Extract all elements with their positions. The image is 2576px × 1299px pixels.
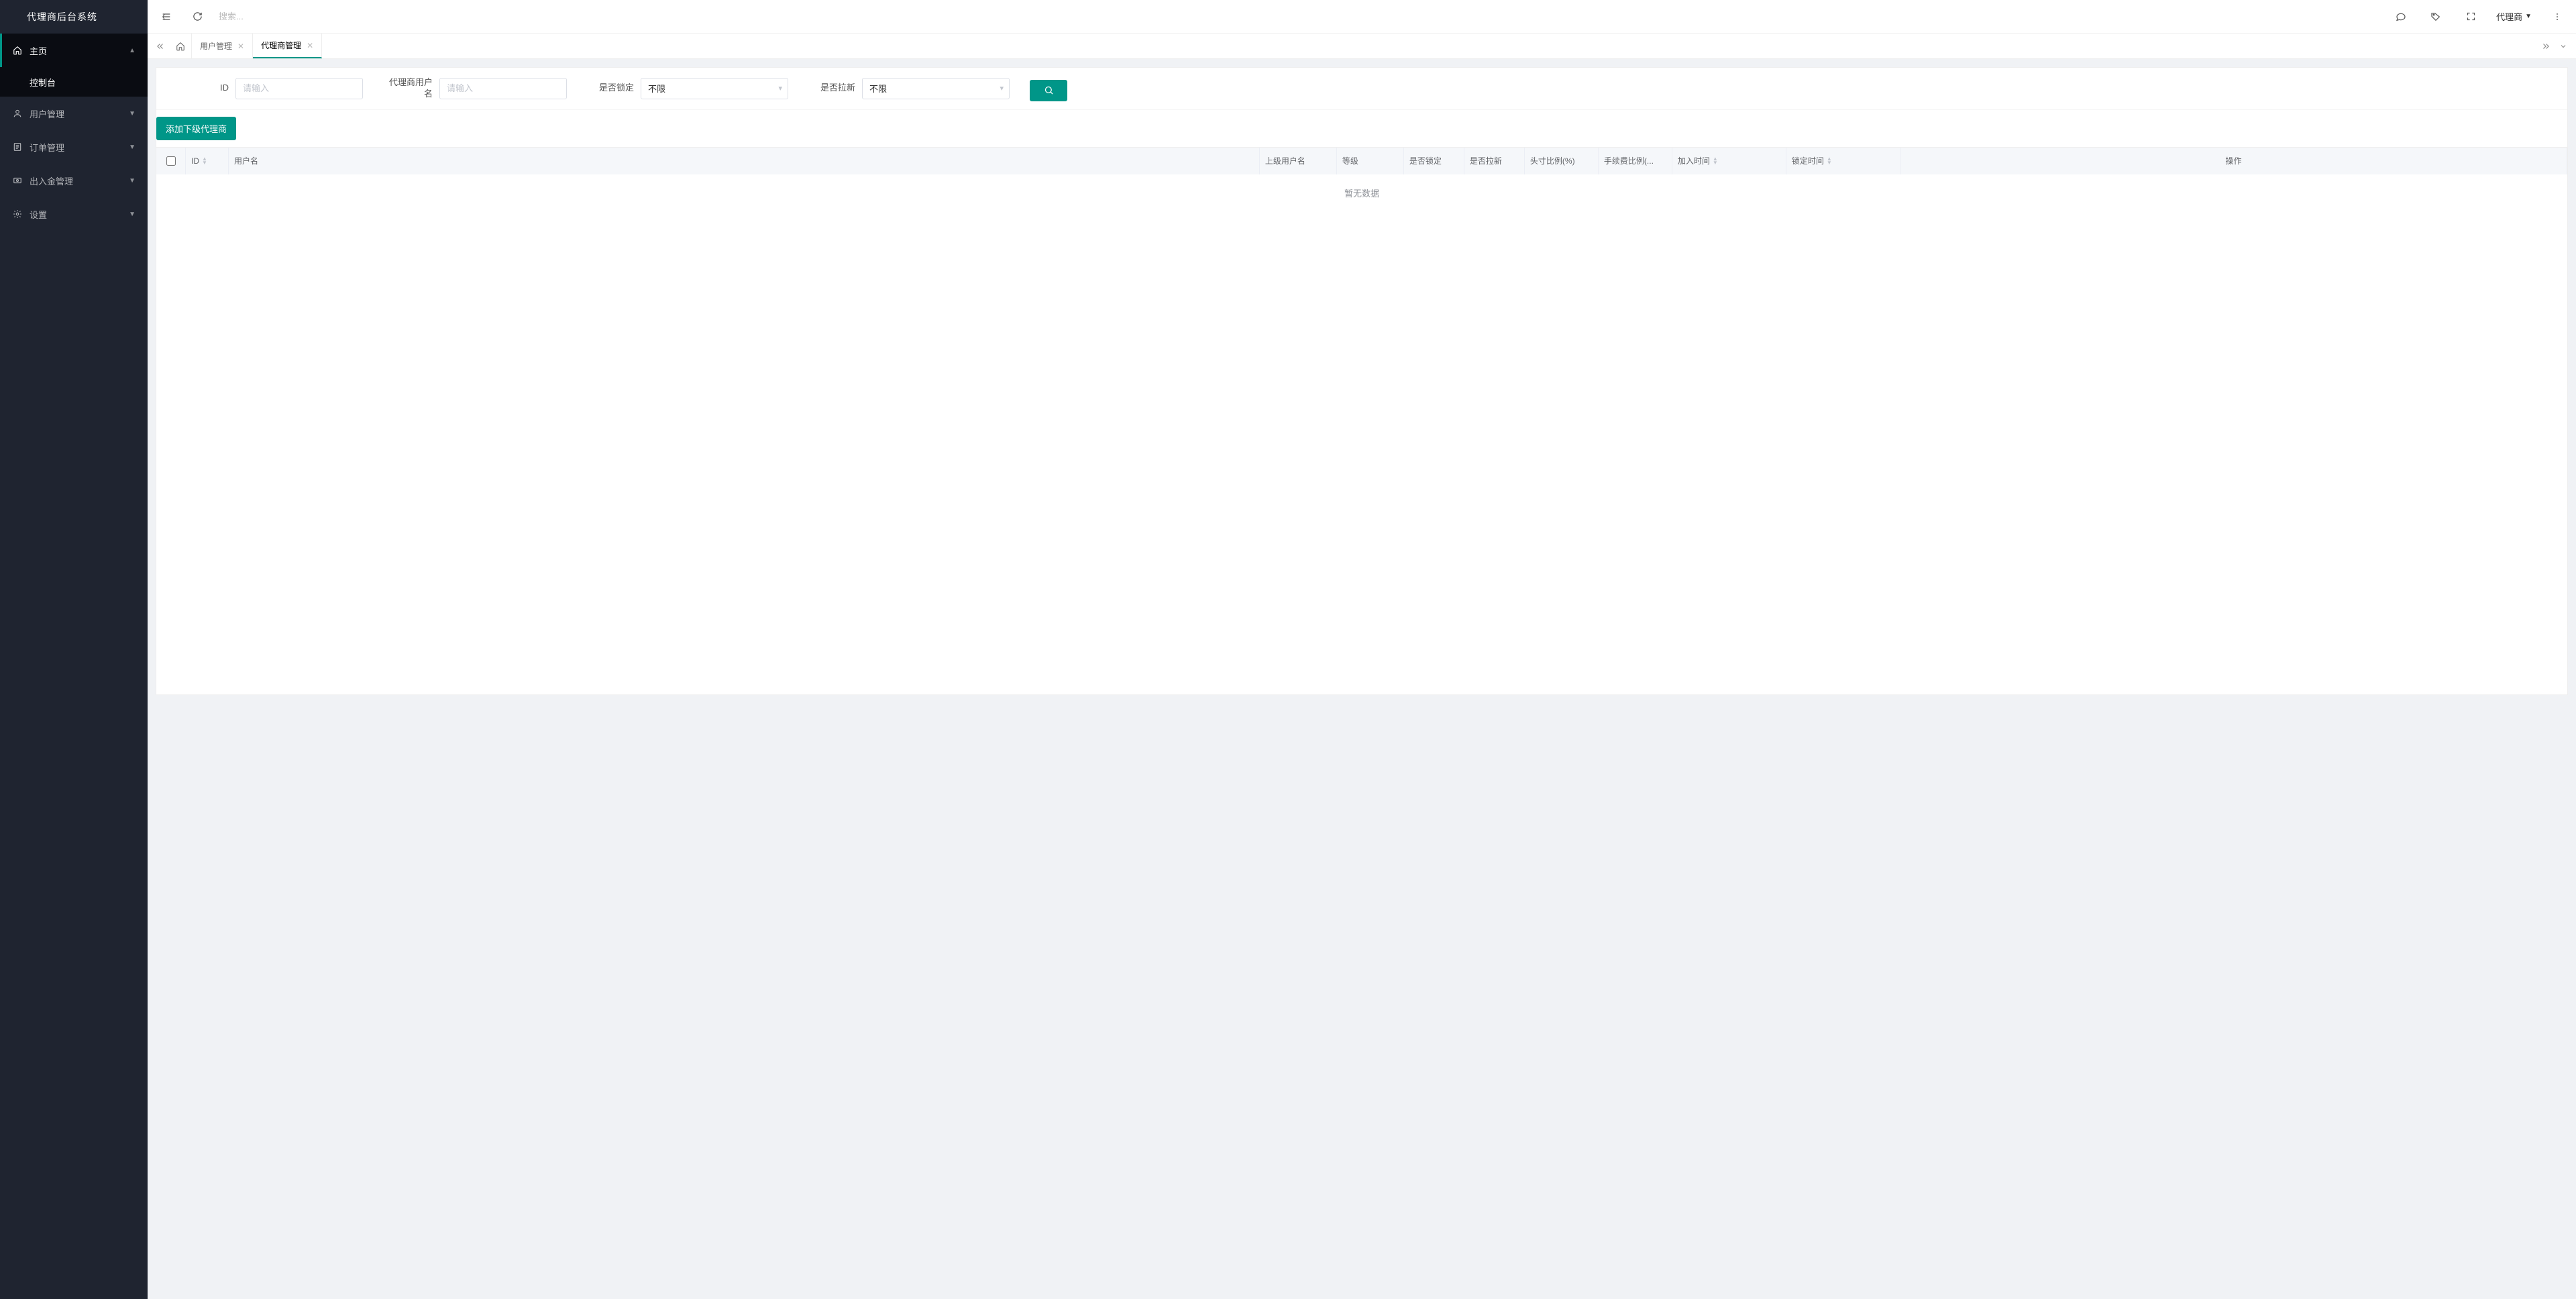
col-level: 等级 bbox=[1337, 148, 1404, 174]
col-label: 用户名 bbox=[234, 155, 258, 166]
menu-funds[interactable]: 出入金管理 ▼ bbox=[0, 164, 148, 197]
menu-users[interactable]: 用户管理 ▼ bbox=[0, 97, 148, 130]
close-icon[interactable]: ✕ bbox=[237, 42, 244, 51]
user-dropdown[interactable]: 代理商 ▼ bbox=[2496, 10, 2532, 23]
col-pullnew: 是否拉新 bbox=[1464, 148, 1525, 174]
agents-table: ID ▲▼ 用户名 上级用户名 等级 bbox=[156, 147, 2567, 694]
content: ID 代理商用户名 是否锁定 不限 ▾ bbox=[148, 59, 2576, 1299]
menu-home[interactable]: 主页 ▲ bbox=[0, 34, 148, 67]
col-id[interactable]: ID ▲▼ bbox=[186, 148, 229, 174]
add-sub-agent-button[interactable]: 添加下级代理商 bbox=[156, 117, 236, 140]
sort-icon: ▲▼ bbox=[1713, 157, 1718, 165]
chevron-down-icon: ▾ bbox=[778, 84, 782, 93]
col-label: 等级 bbox=[1342, 155, 1358, 166]
message-button[interactable] bbox=[2392, 7, 2410, 26]
chevron-down-icon: ▼ bbox=[129, 177, 136, 185]
filter-agent-label: 代理商用户名 bbox=[383, 77, 439, 100]
menu-settings[interactable]: 设置 ▼ bbox=[0, 197, 148, 231]
tab-label: 代理商管理 bbox=[261, 40, 301, 51]
chevron-down-icon: ▼ bbox=[129, 211, 136, 218]
table-header: ID ▲▼ 用户名 上级用户名 等级 bbox=[156, 148, 2567, 174]
caret-down-icon: ▼ bbox=[2525, 13, 2532, 20]
card: ID 代理商用户名 是否锁定 不限 ▾ bbox=[156, 67, 2568, 695]
global-search bbox=[219, 11, 2392, 21]
user-icon bbox=[12, 108, 23, 119]
close-icon[interactable]: ✕ bbox=[307, 41, 313, 50]
collapse-sidebar-button[interactable] bbox=[157, 7, 176, 26]
col-label: 锁定时间 bbox=[1792, 155, 1824, 166]
col-select-all[interactable] bbox=[156, 148, 186, 174]
filter-id-input[interactable] bbox=[235, 78, 363, 99]
tag-button[interactable] bbox=[2426, 7, 2445, 26]
main: 代理商 ▼ 用户管理 ✕ 代理商管理 ✕ bbox=[148, 0, 2576, 1299]
tab-home[interactable] bbox=[169, 34, 192, 58]
chevron-up-icon: ▲ bbox=[129, 47, 136, 54]
filter-id-label: ID bbox=[168, 83, 235, 94]
col-username: 用户名 bbox=[229, 148, 1260, 174]
tabs-prev-button[interactable] bbox=[152, 34, 169, 58]
topbar: 代理商 ▼ bbox=[148, 0, 2576, 34]
user-label: 代理商 bbox=[2496, 10, 2522, 23]
filter-form: ID 代理商用户名 是否锁定 不限 ▾ bbox=[156, 68, 2567, 110]
tabs-bar: 用户管理 ✕ 代理商管理 ✕ bbox=[148, 34, 2576, 59]
col-label: 是否拉新 bbox=[1470, 155, 1502, 166]
filter-lock-select[interactable]: 不限 ▾ bbox=[641, 78, 788, 99]
refresh-button[interactable] bbox=[188, 7, 207, 26]
home-icon bbox=[12, 45, 23, 56]
filter-lock-label: 是否锁定 bbox=[587, 83, 641, 94]
col-locked: 是否锁定 bbox=[1404, 148, 1464, 174]
chevron-down-icon: ▼ bbox=[129, 144, 136, 151]
col-locktime[interactable]: 锁定时间 ▲▼ bbox=[1786, 148, 1900, 174]
submenu-label: 控制台 bbox=[30, 76, 56, 89]
menu-label: 用户管理 bbox=[30, 107, 129, 120]
money-icon bbox=[12, 175, 23, 186]
menu-label: 出入金管理 bbox=[30, 174, 129, 187]
col-label: 手续费比例(... bbox=[1604, 155, 1654, 166]
tabs-menu-button[interactable] bbox=[2555, 34, 2572, 58]
col-jointime[interactable]: 加入时间 ▲▼ bbox=[1672, 148, 1786, 174]
select-value: 不限 bbox=[869, 82, 887, 95]
filter-agent-input[interactable] bbox=[439, 78, 567, 99]
tab-label: 用户管理 bbox=[200, 40, 232, 52]
col-label: 上级用户名 bbox=[1265, 155, 1305, 166]
col-action: 操作 bbox=[1900, 148, 2567, 174]
filter-pullnew-select[interactable]: 不限 ▾ bbox=[862, 78, 1010, 99]
submenu-console[interactable]: 控制台 bbox=[0, 67, 148, 97]
menu-label: 主页 bbox=[30, 44, 129, 57]
search-button[interactable] bbox=[1030, 80, 1067, 101]
filter-pullnew-label: 是否拉新 bbox=[808, 83, 862, 94]
sidebar: 代理商后台系统 主页 ▲ 控制台 用户管理 ▼ 订单管理 ▼ bbox=[0, 0, 148, 1299]
menu-label: 设置 bbox=[30, 208, 129, 221]
col-feeratio: 手续费比例(... bbox=[1599, 148, 1672, 174]
menu-orders[interactable]: 订单管理 ▼ bbox=[0, 130, 148, 164]
col-label: ID bbox=[191, 156, 199, 166]
chevron-down-icon: ▾ bbox=[1000, 84, 1004, 93]
table-empty: 暂无数据 bbox=[156, 174, 2567, 211]
col-label: 头寸比例(%) bbox=[1530, 155, 1575, 166]
order-icon bbox=[12, 142, 23, 152]
menu-label: 订单管理 bbox=[30, 141, 129, 154]
search-input[interactable] bbox=[219, 11, 353, 21]
select-all-checkbox[interactable] bbox=[166, 156, 176, 166]
chevron-down-icon: ▼ bbox=[129, 110, 136, 117]
tab-agents[interactable]: 代理商管理 ✕ bbox=[253, 34, 322, 58]
gear-icon bbox=[12, 209, 23, 219]
col-headratio: 头寸比例(%) bbox=[1525, 148, 1599, 174]
col-label: 加入时间 bbox=[1678, 155, 1710, 166]
col-label: 操作 bbox=[2225, 155, 2241, 166]
fullscreen-button[interactable] bbox=[2461, 7, 2480, 26]
col-parent: 上级用户名 bbox=[1260, 148, 1337, 174]
sort-icon: ▲▼ bbox=[202, 157, 207, 165]
sort-icon: ▲▼ bbox=[1827, 157, 1832, 165]
more-button[interactable] bbox=[2548, 7, 2567, 26]
app-title: 代理商后台系统 bbox=[0, 0, 148, 34]
tab-users[interactable]: 用户管理 ✕ bbox=[192, 34, 253, 58]
select-value: 不限 bbox=[648, 82, 665, 95]
table-toolbar: 添加下级代理商 bbox=[156, 110, 2567, 147]
col-label: 是否锁定 bbox=[1409, 155, 1442, 166]
tabs-next-button[interactable] bbox=[2537, 34, 2555, 58]
